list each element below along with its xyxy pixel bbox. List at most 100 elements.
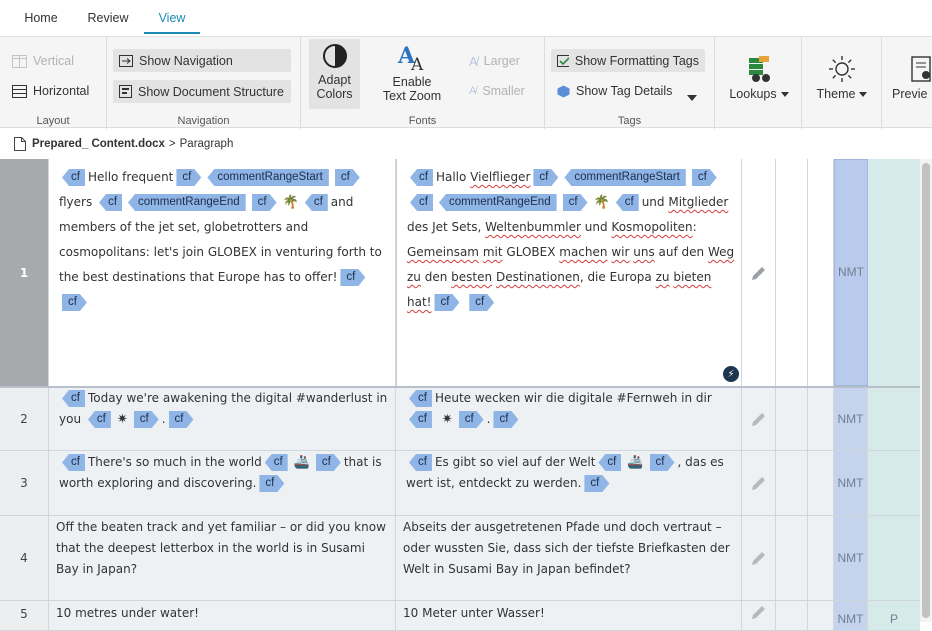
theme-button[interactable]: Theme bbox=[806, 51, 878, 121]
font-larger-icon: A̸ bbox=[469, 53, 478, 69]
tag-cf-open[interactable]: cf bbox=[264, 454, 288, 471]
source-cell: cf There's so much in the world cf 🚢 cf that … bbox=[49, 451, 396, 515]
tag-cf-open[interactable]: cf bbox=[615, 194, 639, 211]
edit-pencil-icon[interactable] bbox=[750, 603, 768, 621]
source-cell: cf Today we're awakening the digital #wan… bbox=[49, 388, 396, 450]
segment-number: 2 bbox=[0, 388, 49, 450]
target-cell[interactable]: Abseits der ausgetretenen Pfade und doch… bbox=[396, 516, 742, 600]
breadcrumb-file[interactable]: Prepared_ Content.docx bbox=[32, 138, 165, 150]
origin-cell: NMT bbox=[834, 601, 868, 630]
segment-row-5[interactable]: 5 10 metres under water! 10 Meter unter … bbox=[0, 601, 920, 631]
tag-cf-close[interactable]: cf bbox=[176, 169, 201, 186]
show-formatting-tags-toggle[interactable]: Show Formatting Tags bbox=[551, 49, 705, 72]
segment-row-1[interactable]: 1 cf Hello frequent cf commentRangeStart cff… bbox=[0, 159, 920, 388]
show-document-structure-toggle[interactable]: Show Document Structure bbox=[113, 80, 291, 103]
tag-cf-open[interactable]: cf bbox=[99, 194, 123, 211]
tag-cf-close[interactable]: cf bbox=[259, 475, 284, 492]
edit-cell[interactable] bbox=[742, 601, 776, 630]
font-larger-button[interactable]: A̸ Larger bbox=[469, 51, 520, 71]
edit-cell[interactable] bbox=[742, 516, 776, 600]
segment-row-2[interactable]: 2 cf Today we're awakening the digital #w… bbox=[0, 388, 920, 451]
edit-pencil-icon[interactable] bbox=[750, 264, 768, 282]
tag-cf-close[interactable]: cf bbox=[340, 269, 365, 286]
extra-column bbox=[808, 451, 834, 515]
tag-cf-close[interactable]: cf bbox=[584, 475, 609, 492]
horizontal-layout-button[interactable]: Horizontal bbox=[12, 81, 89, 101]
edit-pencil-icon[interactable] bbox=[750, 410, 768, 428]
tag-comment-range-end[interactable]: commentRangeEnd bbox=[128, 194, 246, 211]
target-text: besten bbox=[451, 270, 493, 284]
tag-cf-close[interactable]: cf bbox=[533, 169, 558, 186]
theme-label: Theme bbox=[816, 87, 856, 101]
tag-cf-close[interactable]: cf bbox=[316, 454, 341, 471]
edit-cell[interactable] bbox=[742, 451, 776, 515]
tag-cf-open[interactable]: cf bbox=[87, 411, 111, 428]
edit-cell[interactable] bbox=[742, 388, 776, 450]
tag-cf-close[interactable]: cf bbox=[169, 411, 194, 428]
preview-button[interactable]: Previe bbox=[888, 51, 932, 121]
target-cell[interactable]: cf Es gibt so viel auf der Welt cf 🚢 cf, das… bbox=[396, 451, 742, 515]
target-text: und bbox=[641, 195, 665, 209]
edit-pencil-icon[interactable] bbox=[750, 549, 768, 567]
tag-cf-close[interactable]: cf bbox=[692, 169, 717, 186]
enable-text-zoom-button[interactable]: AA Enable Text Zoom bbox=[375, 39, 449, 109]
adapt-colors-button[interactable]: Adapt Colors bbox=[309, 39, 360, 109]
tag-cf-open[interactable]: cf bbox=[409, 411, 432, 428]
tag-cf-close[interactable]: cf bbox=[459, 411, 484, 428]
edit-cell[interactable] bbox=[742, 159, 776, 386]
tag-cf-open[interactable]: cf bbox=[409, 390, 432, 407]
segment-row-4[interactable]: 4 Off the beaten track and yet familiar … bbox=[0, 516, 920, 601]
target-text: hat! bbox=[407, 295, 432, 309]
breadcrumb-node[interactable]: Paragraph bbox=[180, 138, 234, 150]
font-smaller-button[interactable]: A̸ Smaller bbox=[469, 81, 525, 101]
fonts-group: Adapt Colors AA Enable Text Zoom A̸ Larg… bbox=[301, 37, 545, 129]
contrast-icon bbox=[322, 44, 347, 68]
ship-icon: 🚢 bbox=[627, 455, 644, 470]
segment-row-3[interactable]: 3 cf There's so much in the world cf 🚢 cf tha… bbox=[0, 451, 920, 516]
tab-review[interactable]: Review bbox=[80, 0, 136, 36]
tag-cf-close[interactable]: cf bbox=[335, 169, 360, 186]
target-text: den bbox=[424, 270, 448, 284]
target-cell[interactable]: cf Hallo Vielflieger cf commentRangeStart cf… bbox=[396, 159, 742, 386]
tag-cf-open[interactable]: cf bbox=[410, 194, 433, 211]
tag-cf-close[interactable]: cf bbox=[62, 294, 87, 311]
tag-cf-open[interactable]: cf bbox=[598, 454, 622, 471]
tag-cf-close[interactable]: cf bbox=[469, 294, 494, 311]
target-cell[interactable]: 10 Meter unter Wasser! bbox=[396, 601, 742, 630]
tag-cf-close[interactable]: cf bbox=[134, 411, 159, 428]
qa-icon[interactable]: ⚡ bbox=[723, 366, 739, 382]
tag-comment-range-start[interactable]: commentRangeStart bbox=[207, 169, 329, 186]
show-tag-details-toggle[interactable]: Show Tag Details bbox=[557, 81, 697, 101]
target-text: zu bbox=[655, 270, 670, 284]
origin-cell: NMT bbox=[834, 451, 868, 515]
lookups-button[interactable]: Lookups bbox=[721, 51, 797, 121]
target-cell[interactable]: cf Heute wecken wir die digitale #Fernweh… bbox=[396, 388, 742, 450]
tag-cf-open[interactable]: cf bbox=[304, 194, 328, 211]
tag-cf-open[interactable]: cf bbox=[410, 169, 433, 186]
tag-comment-range-start[interactable]: commentRangeStart bbox=[564, 169, 686, 186]
scrollbar-thumb[interactable] bbox=[922, 163, 930, 618]
tab-home[interactable]: Home bbox=[14, 0, 68, 36]
tag-cf-close[interactable]: cf bbox=[493, 411, 518, 428]
tab-view[interactable]: View bbox=[144, 0, 200, 36]
tag-cf-open[interactable]: cf bbox=[62, 169, 85, 186]
ribbon: Vertical Horizontal Layout Show Navigati… bbox=[0, 36, 932, 129]
vertical-layout-button[interactable]: Vertical bbox=[12, 51, 74, 71]
tag-cf-close[interactable]: cf bbox=[563, 194, 588, 211]
tag-details-dropdown-icon[interactable] bbox=[683, 87, 697, 106]
tag-cf-open[interactable]: cf bbox=[409, 454, 432, 471]
edit-pencil-icon[interactable] bbox=[750, 474, 768, 492]
target-text: , die Europa bbox=[579, 270, 652, 284]
status-cell bbox=[868, 451, 920, 515]
document-structure-icon bbox=[119, 85, 132, 98]
tag-cf-open[interactable]: cf bbox=[62, 454, 85, 471]
tag-cf-close[interactable]: cf bbox=[434, 294, 459, 311]
tag-cf-close[interactable]: cf bbox=[650, 454, 675, 471]
tag-comment-range-end[interactable]: commentRangeEnd bbox=[438, 194, 557, 211]
vertical-scrollbar[interactable] bbox=[920, 159, 932, 622]
show-navigation-toggle[interactable]: Show Navigation bbox=[113, 49, 291, 72]
tag-cf-close[interactable]: cf bbox=[252, 194, 277, 211]
smaller-label: Smaller bbox=[482, 84, 525, 98]
tag-cf-open[interactable]: cf bbox=[62, 390, 85, 407]
extra-column bbox=[808, 516, 834, 600]
